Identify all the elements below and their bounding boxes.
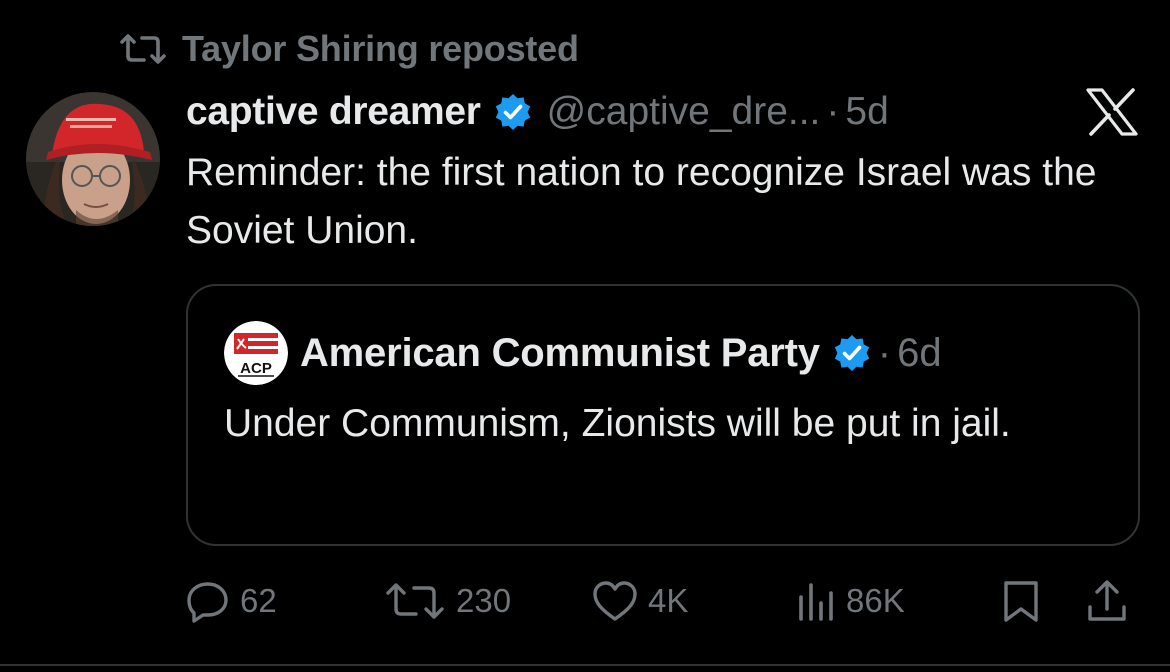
- quote-author-display-name[interactable]: American Communist Party: [300, 331, 820, 376]
- share-icon: [1086, 579, 1128, 623]
- heart-icon: [592, 580, 638, 622]
- verified-badge-icon[interactable]: [493, 92, 533, 132]
- views-count: 86K: [846, 582, 905, 619]
- repost-count: 230: [456, 582, 512, 619]
- quote-timestamp[interactable]: 6d: [897, 331, 942, 376]
- reply-icon: [186, 579, 230, 623]
- quote-avatar-text: ACP: [240, 360, 272, 377]
- separator-dot: ·: [877, 330, 892, 375]
- views-chart-icon: [796, 581, 836, 621]
- bookmark-button[interactable]: [1000, 578, 1042, 624]
- separator-dot: ·: [826, 90, 840, 133]
- like-count: 4K: [648, 582, 689, 619]
- repost-icon: [118, 32, 168, 66]
- quoted-tweet-card[interactable]: ACP American Communist Party · 6d Under …: [186, 284, 1140, 546]
- views-button[interactable]: 86K: [796, 578, 905, 624]
- verified-badge-icon[interactable]: [832, 333, 872, 373]
- repost-indicator[interactable]: Taylor Shiring reposted: [118, 26, 579, 72]
- author-handle[interactable]: @captive_dre...: [547, 90, 821, 134]
- tweet-header: captive dreamer @captive_dre... · 5d: [186, 86, 889, 138]
- x-logo-icon: [1086, 88, 1138, 136]
- quote-header: ACP American Communist Party · 6d: [224, 321, 942, 385]
- reply-count: 62: [240, 582, 277, 619]
- share-button[interactable]: [1086, 578, 1128, 624]
- author-avatar[interactable]: [26, 92, 160, 226]
- quote-author-avatar[interactable]: ACP: [224, 321, 288, 385]
- like-button[interactable]: 4K: [592, 578, 688, 624]
- action-bar: 62 230 4K 86K: [186, 578, 1140, 624]
- repost-icon: [384, 581, 446, 621]
- repost-label: Taylor Shiring reposted: [182, 28, 579, 69]
- bookmark-icon: [1000, 579, 1042, 623]
- author-display-name[interactable]: captive dreamer: [186, 90, 481, 134]
- reply-button[interactable]: 62: [186, 578, 277, 624]
- tweet-text: Reminder: the first nation to recognize …: [186, 151, 1097, 252]
- bottom-divider: [0, 664, 1170, 666]
- tweet-timestamp[interactable]: 5d: [845, 90, 888, 134]
- quote-text: Under Communism, Zionists will be put in…: [224, 402, 1011, 445]
- repost-button[interactable]: 230: [384, 578, 511, 624]
